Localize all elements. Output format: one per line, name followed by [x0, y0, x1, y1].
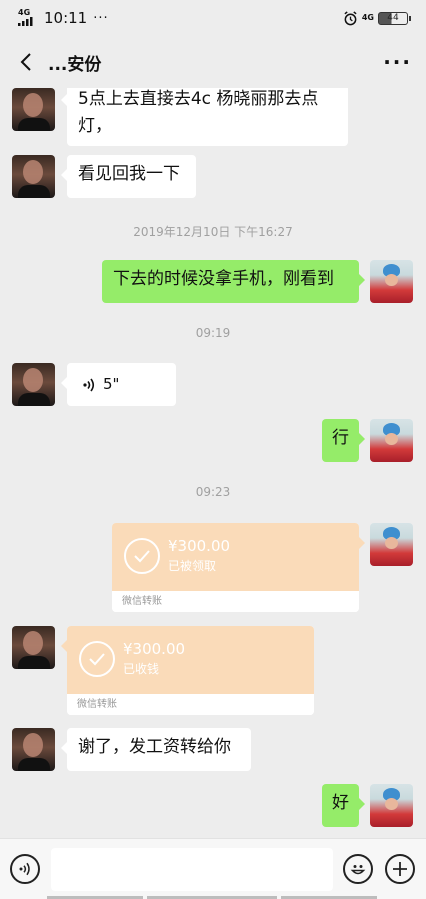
network-label: 4G — [18, 7, 31, 17]
transfer-amount: ¥300.00 — [168, 537, 231, 555]
emoji-button[interactable] — [343, 854, 373, 884]
contact-avatar[interactable] — [12, 728, 55, 771]
contact-avatar[interactable] — [12, 88, 55, 131]
timestamp: 09:19 — [195, 326, 231, 340]
transfer-status: 已收钱 — [123, 662, 160, 676]
chevron-left-icon — [20, 53, 31, 71]
battery-icon: 44 — [378, 11, 411, 25]
network-right-label: 4G — [361, 13, 374, 22]
more-actions-button[interactable] — [385, 854, 415, 884]
transfer-amount: ¥300.00 — [123, 640, 186, 658]
status-right: 4G 44 — [343, 10, 411, 26]
message-bubble[interactable]: 看见回我一下 — [61, 155, 196, 198]
signal-bars-icon — [18, 16, 33, 26]
my-avatar[interactable] — [370, 419, 413, 462]
contact-avatar[interactable] — [12, 626, 55, 669]
input-bar — [0, 838, 426, 899]
contact-avatar[interactable] — [12, 363, 55, 406]
transfer-footer: 微信转账 — [112, 591, 359, 612]
check-circle-icon — [79, 641, 115, 677]
voice-wave-icon — [19, 862, 30, 876]
contact-avatar[interactable] — [12, 155, 55, 198]
my-avatar[interactable] — [370, 784, 413, 827]
message-list[interactable]: 5点上去直接去4c 杨晓丽那去点灯， 看见回我一下 2019年12月10日 下午… — [0, 88, 426, 838]
transfer-body: ¥300.00 已收钱 — [67, 626, 314, 694]
transfer-footer: 微信转账 — [67, 694, 314, 715]
check-circle-icon — [124, 538, 160, 574]
back-button[interactable] — [14, 50, 38, 74]
message-bubble[interactable]: 谢了，发工资转给你 — [61, 728, 251, 771]
battery-level: 44 — [387, 13, 399, 23]
message-input[interactable] — [51, 848, 333, 891]
my-avatar[interactable] — [370, 260, 413, 303]
transfer-card-received[interactable]: ¥300.00 已收钱 微信转账 — [67, 626, 314, 715]
clock: 10:11 — [44, 9, 88, 27]
message-bubble[interactable]: 下去的时候没拿手机，刚看到 — [102, 260, 365, 303]
voice-wave-icon — [83, 378, 95, 391]
message-bubble[interactable]: 5点上去直接去4c 杨晓丽那去点灯， — [61, 88, 348, 146]
bubble-tail — [359, 537, 365, 549]
voice-message[interactable]: 5" — [61, 363, 176, 406]
chat-screen: 4G 10:11 ··· 4G 44 ...安份 ··· 5点上去直接去4c 杨… — [0, 0, 426, 899]
message-bubble[interactable]: 好 — [322, 784, 365, 827]
voice-duration: 5" — [103, 375, 120, 393]
plus-icon — [393, 862, 407, 876]
voice-input-button[interactable] — [10, 854, 40, 884]
timestamp: 2019年12月10日 下午16:27 — [133, 225, 293, 239]
more-button[interactable]: ··· — [383, 50, 412, 74]
my-avatar[interactable] — [370, 523, 413, 566]
smiley-icon — [350, 865, 366, 875]
transfer-card-sent[interactable]: ¥300.00 已被领取 微信转账 — [112, 523, 359, 612]
chat-title: ...安份 — [48, 54, 102, 75]
status-bar: 4G 10:11 ··· 4G 44 — [0, 0, 426, 36]
transfer-body: ¥300.00 已被领取 — [112, 523, 359, 591]
timestamp: 09:23 — [195, 485, 231, 499]
nav-bar: ...安份 ··· — [0, 36, 426, 88]
transfer-status: 已被领取 — [168, 559, 217, 573]
signal-icon: 4G — [18, 7, 40, 28]
bubble-tail — [61, 640, 67, 652]
notification-dots: ··· — [93, 10, 109, 26]
alarm-icon — [344, 10, 357, 25]
message-bubble[interactable]: 行 — [322, 419, 365, 462]
